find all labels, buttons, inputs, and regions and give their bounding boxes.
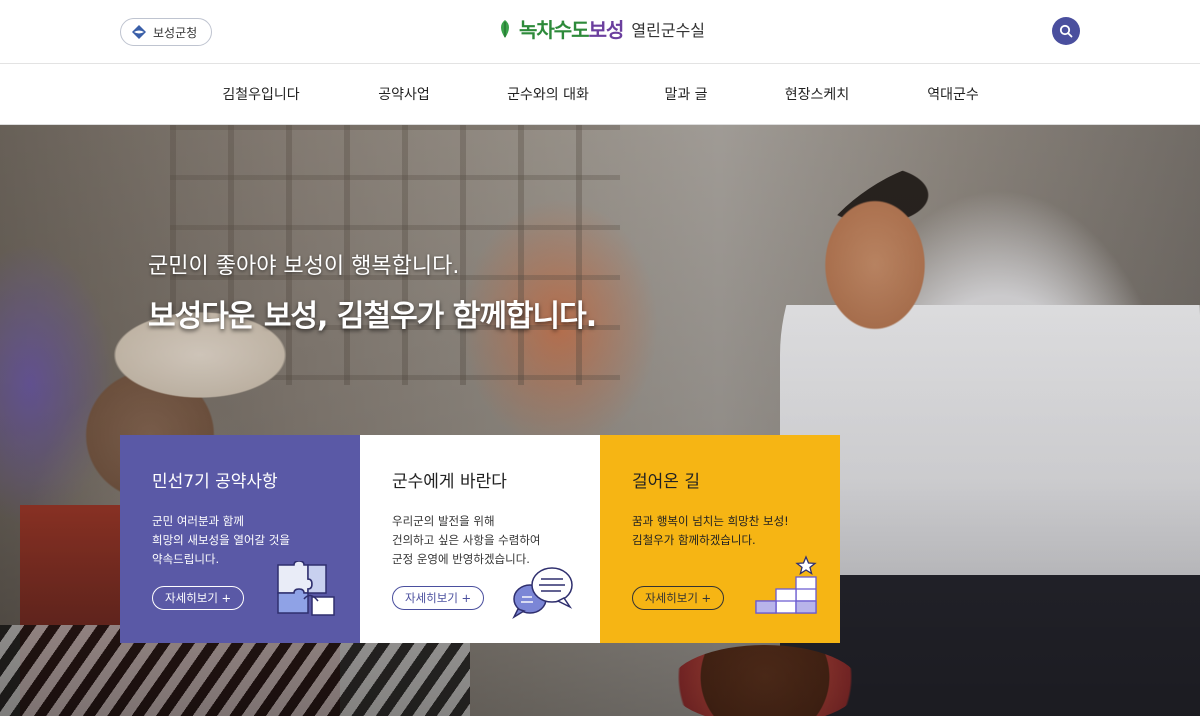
search-button[interactable] xyxy=(1052,17,1080,45)
card-description: 우리군의 발전을 위해 건의하고 싶은 사항을 수렴하여 군정 운영에 반영하겠… xyxy=(392,514,541,566)
nav-item-profile[interactable]: 김철우입니다 xyxy=(222,65,299,125)
more-button[interactable]: 자세히보기 + xyxy=(632,586,725,610)
search-icon xyxy=(1059,24,1073,38)
site-logo[interactable]: 녹차수도보성 열린군수실 xyxy=(0,14,1200,43)
card-pledges: 민선7기 공약사항 군민 여러분과 함께 희망의 새보성을 열어갈 것을 약속드… xyxy=(120,435,360,643)
more-button[interactable]: 자세히보기 + xyxy=(152,586,245,610)
puzzle-icon xyxy=(277,561,335,616)
card-description: 꿈과 행복이 넘치는 희망찬 보성! 김철우가 함께하겠습니다. xyxy=(632,514,789,547)
card-suggestions: 군수에게 바란다 우리군의 발전을 위해 건의하고 싶은 사항을 수렴하여 군정… xyxy=(360,435,600,643)
card-title: 민선7기 공약사항 xyxy=(152,472,278,492)
logo-brand: 녹차수도보성 xyxy=(518,14,625,43)
nav-item-field-sketch[interactable]: 현장스케치 xyxy=(785,65,849,125)
card-title: 걸어온 길 xyxy=(632,472,700,492)
more-button[interactable]: 자세히보기 + xyxy=(392,586,485,610)
card-history: 걸어온 길 꿈과 행복이 넘치는 희망찬 보성! 김철우가 함께하겠습니다. 자… xyxy=(600,435,840,643)
stairs-star-icon xyxy=(755,555,817,614)
tea-leaf-icon xyxy=(500,19,509,38)
speech-bubbles-icon xyxy=(512,567,573,619)
hero-slogan-sub: 군민이 좋아야 보성이 행복합니다. xyxy=(148,254,460,279)
hero-slogan-main: 보성다운 보성, 김철우가 함께합니다. xyxy=(148,299,597,334)
nav-item-pledges[interactable]: 공약사업 xyxy=(378,65,430,125)
hero-banner: 군민이 좋아야 보성이 행복합니다. 보성다운 보성, 김철우가 함께합니다. … xyxy=(0,125,1200,716)
logo-brand-part1: 녹차수도 xyxy=(518,18,590,42)
nav-item-speeches[interactable]: 말과 글 xyxy=(664,65,707,125)
nav-item-former-governors[interactable]: 역대군수 xyxy=(927,65,979,125)
main-navigation: 김철우입니다 공약사업 군수와의 대화 말과 글 현장스케치 역대군수 xyxy=(0,65,1200,125)
card-title: 군수에게 바란다 xyxy=(392,472,507,492)
logo-site-name: 열린군수실 xyxy=(631,20,706,40)
nav-item-dialogue[interactable]: 군수와의 대화 xyxy=(507,65,589,125)
logo-brand-part2: 보성 xyxy=(588,18,625,42)
top-header: 보성군청 녹차수도보성 열린군수실 xyxy=(0,0,1200,64)
